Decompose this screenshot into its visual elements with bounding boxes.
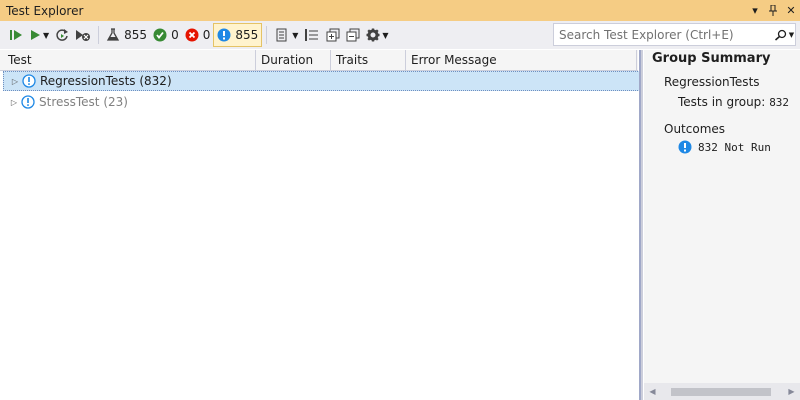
settings-button[interactable]: ▼: [363, 24, 391, 46]
repeat-icon: [56, 29, 69, 41]
tests-in-group-value: 832: [769, 96, 790, 109]
expand-all-button[interactable]: [323, 24, 343, 46]
tree-item-regression-tests[interactable]: ▷ RegressionTests (832): [3, 71, 640, 91]
search-icon[interactable]: ▼: [773, 29, 795, 41]
total-tests-filter[interactable]: 855: [103, 24, 150, 46]
not-run-text: 832 Not Run: [698, 140, 771, 154]
playlist-icon: [276, 28, 287, 42]
tree-item-label: StressTest (23): [39, 95, 128, 109]
expand-all-icon: [326, 28, 340, 42]
run-button[interactable]: ▼: [26, 24, 52, 46]
cancel-run-button[interactable]: [72, 24, 94, 46]
pane-splitter[interactable]: [639, 50, 643, 400]
not-run-tests-filter[interactable]: 855: [213, 23, 263, 47]
dropdown-icon[interactable]: ▾: [746, 0, 764, 21]
summary-not-run: 832 Not Run: [678, 140, 771, 154]
tests-in-group-label: Tests in group:: [678, 95, 766, 109]
info-circle-icon: [21, 95, 35, 109]
pin-icon[interactable]: [764, 0, 782, 21]
passed-count: 0: [171, 28, 179, 42]
scroll-left-icon[interactable]: ◀: [644, 383, 661, 400]
gear-icon: [366, 28, 380, 42]
flask-icon: [107, 28, 120, 41]
collapse-all-icon: [346, 28, 360, 42]
info-circle-icon: [22, 74, 36, 88]
summary-group-name: RegressionTests: [664, 75, 760, 89]
group-summary-pane: Group Summary RegressionTests Tests in g…: [644, 50, 800, 400]
close-icon[interactable]: ✕: [782, 0, 800, 21]
group-by-button[interactable]: [301, 24, 323, 46]
tree-item-label: RegressionTests (832): [40, 74, 172, 88]
window-title: Test Explorer: [6, 3, 84, 18]
expand-arrow-icon[interactable]: ▷: [8, 77, 22, 86]
failed-count: 0: [202, 28, 211, 42]
error-circle-icon: [185, 28, 199, 42]
scroll-thumb[interactable]: [671, 388, 771, 396]
toolbar-separator: [98, 26, 100, 44]
summary-outcomes-label: Outcomes: [664, 122, 726, 136]
run-all-icon: [10, 30, 22, 40]
check-circle-icon: [153, 28, 167, 42]
info-circle-icon: [678, 140, 692, 154]
summary-title: Group Summary: [652, 51, 771, 66]
cancel-icon: [76, 30, 91, 41]
search-box[interactable]: Search Test Explorer (Ctrl+E) ▼: [553, 23, 796, 46]
repeat-last-run-button[interactable]: [52, 24, 72, 46]
column-header-test[interactable]: Test: [0, 50, 256, 71]
group-by-icon: [305, 29, 319, 41]
expand-arrow-icon[interactable]: ▷: [7, 98, 21, 107]
not-run-count: 855: [235, 28, 259, 42]
tool-window-titlebar: Test Explorer ▾ ✕: [0, 0, 800, 21]
test-tree: ▷ RegressionTests (832) ▷ StressTest (23…: [0, 71, 640, 400]
column-header-traits[interactable]: Traits: [331, 50, 406, 71]
run-all-button[interactable]: [6, 24, 26, 46]
scroll-track[interactable]: [661, 383, 783, 400]
failed-tests-filter[interactable]: 0: [182, 24, 214, 46]
test-explorer-toolbar: ▼ 855 0 0 855 ▼ ▼ Search Test Explorer (…: [0, 21, 800, 49]
summary-tests-in-group: Tests in group: 832: [678, 95, 789, 109]
chevron-down-icon[interactable]: ▼: [382, 31, 388, 40]
column-header-duration[interactable]: Duration: [256, 50, 331, 71]
toolbar-separator: [266, 26, 268, 44]
chevron-down-icon[interactable]: ▼: [43, 31, 49, 40]
column-header-row: Test Duration Traits Error Message: [0, 50, 638, 71]
search-input[interactable]: Search Test Explorer (Ctrl+E): [554, 28, 773, 42]
column-header-error-message[interactable]: Error Message: [406, 50, 637, 71]
scroll-right-icon[interactable]: ▶: [783, 383, 800, 400]
chevron-down-icon[interactable]: ▼: [292, 31, 298, 40]
info-circle-icon: [217, 28, 231, 42]
horizontal-scrollbar[interactable]: ◀ ▶: [644, 383, 800, 400]
total-count: 855: [124, 28, 148, 42]
run-icon: [31, 30, 40, 40]
passed-tests-filter[interactable]: 0: [150, 24, 182, 46]
collapse-all-button[interactable]: [343, 24, 363, 46]
tree-item-stress-test[interactable]: ▷ StressTest (23): [3, 92, 640, 112]
playlist-button[interactable]: ▼: [271, 24, 301, 46]
